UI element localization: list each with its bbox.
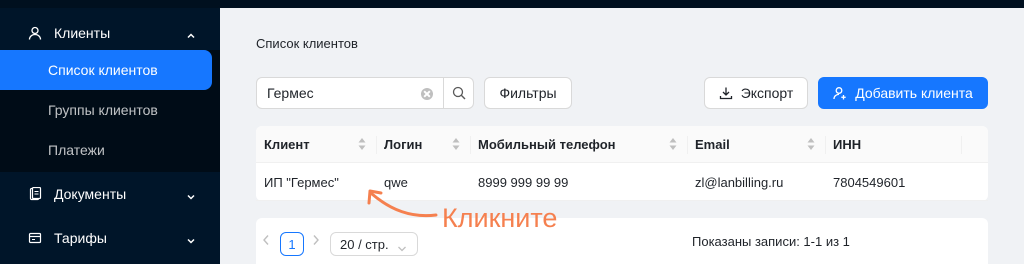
tariff-icon bbox=[28, 231, 42, 245]
user-icon bbox=[28, 26, 42, 40]
cell-client[interactable]: ИП "Гермес" bbox=[256, 163, 339, 201]
cell-inn: 7804549601 bbox=[833, 174, 906, 190]
column-divider bbox=[961, 136, 962, 154]
nav-group-tariffs-label: Тарифы bbox=[54, 230, 107, 246]
filters-button[interactable]: Фильтры bbox=[484, 77, 572, 109]
chevron-down-icon bbox=[186, 189, 196, 205]
document-icon bbox=[28, 187, 42, 201]
sort-icon[interactable] bbox=[452, 137, 460, 151]
chevron-down-icon bbox=[397, 241, 407, 256]
export-button-label: Экспорт bbox=[740, 85, 794, 101]
pagination-info: Показаны записи: 1-1 из 1 bbox=[692, 234, 850, 249]
add-user-icon bbox=[833, 86, 847, 100]
table-header: Клиент Логин Мобильный телефон Email ИНН bbox=[256, 126, 988, 163]
column-header-label: Логин bbox=[384, 137, 423, 152]
search-field[interactable] bbox=[256, 77, 444, 109]
next-page-icon[interactable] bbox=[312, 232, 324, 248]
sidebar-item-label: Список клиентов bbox=[48, 62, 158, 78]
annotation-arrow-icon bbox=[367, 189, 438, 218]
sidebar: Клиенты Список клиентов Группы клиентов … bbox=[0, 0, 220, 264]
page-title: Список клиентов bbox=[256, 36, 358, 51]
sort-icon[interactable] bbox=[358, 137, 366, 151]
column-header-client[interactable]: Клиент bbox=[256, 126, 376, 163]
column-header-label: Email bbox=[695, 137, 730, 152]
clear-icon[interactable] bbox=[421, 88, 433, 100]
sidebar-item-payments[interactable]: Платежи bbox=[0, 130, 212, 170]
page-size-select[interactable]: 20 / стр. bbox=[330, 232, 418, 256]
annotation-text: Кликните bbox=[442, 203, 558, 233]
nav-group-documents-label: Документы bbox=[54, 186, 127, 202]
nav-group-documents[interactable]: Документы bbox=[0, 171, 220, 217]
nav-group-tariffs[interactable]: Тарифы bbox=[0, 215, 220, 261]
page-size-value: 20 / стр. bbox=[340, 236, 389, 252]
sidebar-item-label: Группы клиентов bbox=[48, 102, 158, 118]
main-content: Список клиентов Фильтры Экспорт Добавить… bbox=[220, 0, 1024, 264]
column-header-login[interactable]: Логин bbox=[376, 126, 470, 163]
sort-icon[interactable] bbox=[807, 137, 815, 151]
cell-phone: 8999 999 99 99 bbox=[478, 174, 569, 190]
search-button[interactable] bbox=[444, 77, 474, 109]
column-header-email[interactable]: Email bbox=[687, 126, 825, 163]
search-box bbox=[256, 77, 474, 109]
column-header-label: Клиент bbox=[264, 137, 310, 152]
column-header-phone[interactable]: Мобильный телефон bbox=[470, 126, 687, 163]
sidebar-item-client-groups[interactable]: Группы клиентов bbox=[0, 90, 212, 130]
add-client-button[interactable]: Добавить клиента bbox=[818, 77, 988, 109]
page-number[interactable]: 1 bbox=[280, 232, 304, 256]
chevron-down-icon bbox=[186, 233, 196, 249]
filters-button-label: Фильтры bbox=[499, 85, 557, 101]
chevron-up-icon bbox=[186, 28, 196, 44]
cell-email: zl@lanbilling.ru bbox=[695, 174, 784, 190]
sort-icon[interactable] bbox=[669, 137, 677, 151]
export-button[interactable]: Экспорт bbox=[704, 77, 808, 109]
search-input[interactable] bbox=[267, 85, 407, 101]
download-icon bbox=[719, 86, 733, 100]
prev-page-icon[interactable] bbox=[262, 232, 274, 248]
search-icon bbox=[452, 86, 466, 100]
column-header-inn[interactable]: ИНН bbox=[825, 126, 961, 163]
add-client-button-label: Добавить клиента bbox=[855, 85, 973, 101]
top-bar bbox=[220, 0, 1024, 8]
nav-group-clients-label: Клиенты bbox=[54, 25, 111, 41]
sidebar-item-client-list[interactable]: Список клиентов bbox=[0, 50, 212, 90]
column-header-label: Мобильный телефон bbox=[478, 137, 616, 152]
sidebar-item-label: Платежи bbox=[48, 142, 105, 158]
pagination: 1 20 / стр. Показаны записи: 1-1 из 1 bbox=[256, 218, 988, 264]
column-header-label: ИНН bbox=[833, 137, 862, 152]
